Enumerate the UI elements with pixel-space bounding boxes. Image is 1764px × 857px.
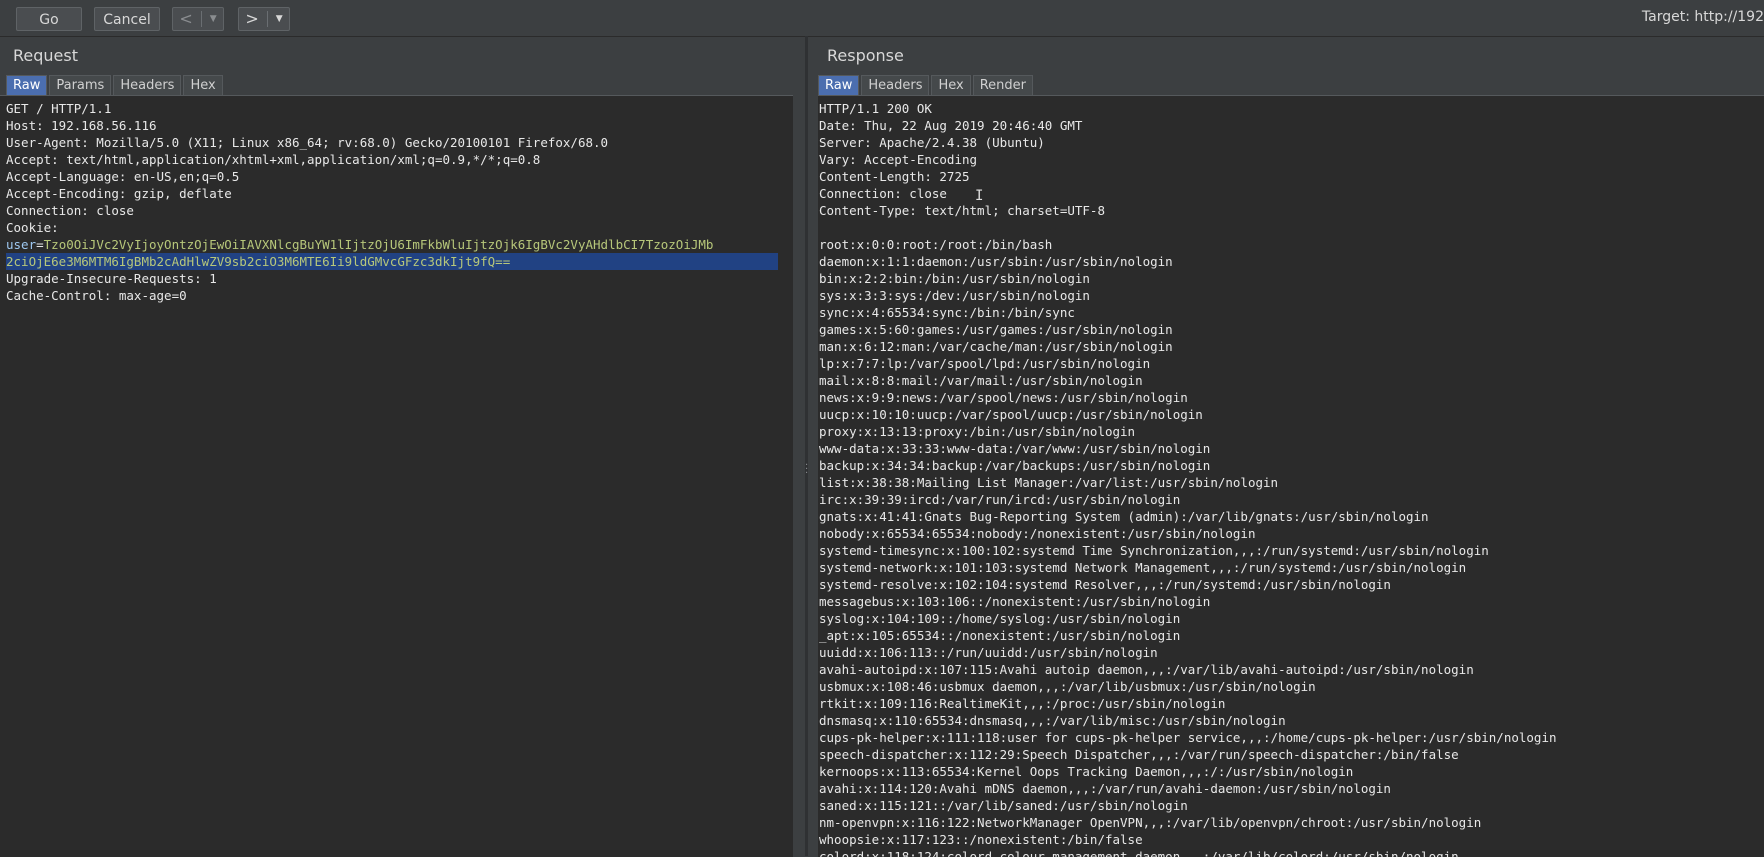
response-body-line: speech-dispatcher:x:112:29:Speech Dispat… bbox=[819, 747, 1459, 762]
response-body-line: irc:x:39:39:ircd:/var/run/ircd:/usr/sbin… bbox=[819, 492, 1181, 507]
cookie-value-continued: 2ciOjE6e3M6MTM6IgBMb2cAdHlwZV9sb2ciO3M6M… bbox=[6, 254, 511, 269]
target-label[interactable]: Target: http://192 bbox=[1642, 9, 1764, 25]
request-tab-hex[interactable]: Hex bbox=[183, 75, 223, 95]
request-line: Cache-Control: max-age=0 bbox=[6, 288, 187, 303]
response-body-line: avahi:x:114:120:Avahi mDNS daemon,,,:/va… bbox=[819, 781, 1391, 796]
response-body-line: lp:x:7:7:lp:/var/spool/lpd:/usr/sbin/nol… bbox=[819, 356, 1151, 371]
cookie-name: user bbox=[6, 237, 37, 252]
response-body-line: backup:x:34:34:backup:/var/backups:/usr/… bbox=[819, 458, 1211, 473]
request-line: Connection: close bbox=[6, 203, 134, 218]
request-editor[interactable]: GET / HTTP/1.1 Host: 192.168.56.116 User… bbox=[0, 95, 793, 857]
response-body-line: daemon:x:1:1:daemon:/usr/sbin:/usr/sbin/… bbox=[819, 254, 1173, 269]
response-body-line: sys:x:3:3:sys:/dev:/usr/sbin/nologin bbox=[819, 288, 1090, 303]
response-body-line: www-data:x:33:33:www-data:/var/www:/usr/… bbox=[819, 441, 1211, 456]
response-body-line: systemd-network:x:101:103:systemd Networ… bbox=[819, 560, 1467, 575]
back-button[interactable]: < ▼ bbox=[172, 7, 224, 31]
go-button[interactable]: Go bbox=[16, 7, 82, 31]
request-tab-raw[interactable]: Raw bbox=[6, 75, 48, 95]
response-body-line: bin:x:2:2:bin:/bin:/usr/sbin/nologin bbox=[819, 271, 1090, 286]
separator bbox=[266, 11, 268, 27]
response-tabs: Raw Headers Hex Render bbox=[818, 75, 1035, 95]
toolbar: Go Cancel < ▼ > ▼ Target: http://192 bbox=[0, 0, 1764, 36]
response-tab-raw[interactable]: Raw bbox=[818, 75, 860, 95]
response-body-line: root:x:0:0:root:/root:/bin/bash bbox=[819, 237, 1053, 252]
request-title: Request bbox=[13, 46, 78, 65]
request-panel: Request Raw Params Headers Hex GET / HTT… bbox=[0, 36, 805, 857]
request-scrollbar[interactable] bbox=[793, 95, 805, 857]
response-header-line: Server: Apache/2.4.38 (Ubuntu) bbox=[819, 135, 1045, 150]
response-body-line: systemd-resolve:x:102:104:systemd Resolv… bbox=[819, 577, 1391, 592]
response-body-line: games:x:5:60:games:/usr/games:/usr/sbin/… bbox=[819, 322, 1173, 337]
request-tabs: Raw Params Headers Hex bbox=[6, 75, 225, 95]
request-tab-headers[interactable]: Headers bbox=[113, 75, 182, 95]
forward-button[interactable]: > ▼ bbox=[238, 7, 290, 31]
response-title: Response bbox=[827, 46, 904, 65]
response-body-line: uucp:x:10:10:uucp:/var/spool/uucp:/usr/s… bbox=[819, 407, 1203, 422]
dropdown-arrow-icon[interactable]: ▼ bbox=[210, 7, 217, 31]
response-body-line: kernoops:x:113:65534:Kernel Oops Trackin… bbox=[819, 764, 1354, 779]
request-line: Host: 192.168.56.116 bbox=[6, 118, 157, 133]
response-body-line: proxy:x:13:13:proxy:/bin:/usr/sbin/nolog… bbox=[819, 424, 1136, 439]
separator bbox=[200, 11, 202, 27]
response-body-line: systemd-timesync:x:100:102:systemd Time … bbox=[819, 543, 1489, 558]
response-body-line: avahi-autoipd:x:107:115:Avahi autoip dae… bbox=[819, 662, 1474, 677]
response-body-line: usbmux:x:108:46:usbmux daemon,,,:/var/li… bbox=[819, 679, 1316, 694]
response-body-line: man:x:6:12:man:/var/cache/man:/usr/sbin/… bbox=[819, 339, 1173, 354]
response-tab-hex[interactable]: Hex bbox=[931, 75, 971, 95]
text-cursor-icon: I bbox=[975, 188, 984, 204]
chevron-right-icon: > bbox=[245, 9, 259, 28]
response-header-line: Date: Thu, 22 Aug 2019 20:46:40 GMT bbox=[819, 118, 1083, 133]
response-editor[interactable]: HTTP/1.1 200 OK Date: Thu, 22 Aug 2019 2… bbox=[818, 95, 1764, 857]
response-panel: Response Raw Headers Hex Render HTTP/1.1… bbox=[808, 36, 1764, 857]
response-body-line: uuidd:x:106:113::/run/uuidd:/usr/sbin/no… bbox=[819, 645, 1158, 660]
response-body-line: syslog:x:104:109::/home/syslog:/usr/sbin… bbox=[819, 611, 1181, 626]
response-body-line: nobody:x:65534:65534:nobody:/nonexistent… bbox=[819, 526, 1256, 541]
cookie-line: user=Tzo0OiJVc2VyIjoyOntzOjEwOiIAVXNlcgB… bbox=[6, 236, 793, 253]
response-body-line: dnsmasq:x:110:65534:dnsmasq,,,:/var/lib/… bbox=[819, 713, 1286, 728]
response-body-line: saned:x:115:121::/var/lib/saned:/usr/sbi… bbox=[819, 798, 1188, 813]
request-line: GET / HTTP/1.1 bbox=[6, 101, 112, 116]
cookie-value: Tzo0OiJVc2VyIjoyOntzOjEwOiIAVXNlcgBuYW1l… bbox=[43, 237, 714, 252]
response-body-line: gnats:x:41:41:Gnats Bug-Reporting System… bbox=[819, 509, 1429, 524]
response-body-line: news:x:9:9:news:/var/spool/news:/usr/sbi… bbox=[819, 390, 1188, 405]
request-line: Cookie: bbox=[6, 220, 59, 235]
request-line: Upgrade-Insecure-Requests: 1 bbox=[6, 271, 217, 286]
response-header-line: Connection: close bbox=[819, 186, 947, 201]
cookie-line-selected: 2ciOjE6e3M6MTM6IgBMb2cAdHlwZV9sb2ciO3M6M… bbox=[6, 253, 778, 270]
response-body-line: whoopsie:x:117:123::/nonexistent:/bin/fa… bbox=[819, 832, 1143, 847]
cookie-equals: = bbox=[36, 237, 44, 252]
response-header-line: HTTP/1.1 200 OK bbox=[819, 101, 932, 116]
request-line: Accept: text/html,application/xhtml+xml,… bbox=[6, 152, 541, 167]
response-header-line: Content-Type: text/html; charset=UTF-8 bbox=[819, 203, 1105, 218]
response-header-line: Content-Length: 2725 bbox=[819, 169, 970, 184]
request-line: Accept-Encoding: gzip, deflate bbox=[6, 186, 232, 201]
response-body-line: messagebus:x:103:106::/nonexistent:/usr/… bbox=[819, 594, 1211, 609]
cancel-button[interactable]: Cancel bbox=[94, 7, 160, 31]
response-body-line: list:x:38:38:Mailing List Manager:/var/l… bbox=[819, 475, 1279, 490]
dropdown-arrow-icon[interactable]: ▼ bbox=[276, 7, 283, 31]
request-tab-params[interactable]: Params bbox=[49, 75, 112, 95]
response-body-line: sync:x:4:65534:sync:/bin:/bin/sync bbox=[819, 305, 1075, 320]
response-body-line: _apt:x:105:65534::/nonexistent:/usr/sbin… bbox=[819, 628, 1181, 643]
request-line: User-Agent: Mozilla/5.0 (X11; Linux x86_… bbox=[6, 135, 609, 150]
response-body-line: mail:x:8:8:mail:/var/mail:/usr/sbin/nolo… bbox=[819, 373, 1143, 388]
response-tab-headers[interactable]: Headers bbox=[861, 75, 930, 95]
response-header-line: Vary: Accept-Encoding bbox=[819, 152, 978, 167]
response-body-line: rtkit:x:109:116:RealtimeKit,,,:/proc:/us… bbox=[819, 696, 1226, 711]
response-body-line: cups-pk-helper:x:111:118:user for cups-p… bbox=[819, 730, 1557, 745]
response-body-line: nm-openvpn:x:116:122:NetworkManager Open… bbox=[819, 815, 1482, 830]
chevron-left-icon: < bbox=[179, 9, 193, 28]
response-tab-render[interactable]: Render bbox=[972, 75, 1033, 95]
request-line: Accept-Language: en-US,en;q=0.5 bbox=[6, 169, 240, 184]
